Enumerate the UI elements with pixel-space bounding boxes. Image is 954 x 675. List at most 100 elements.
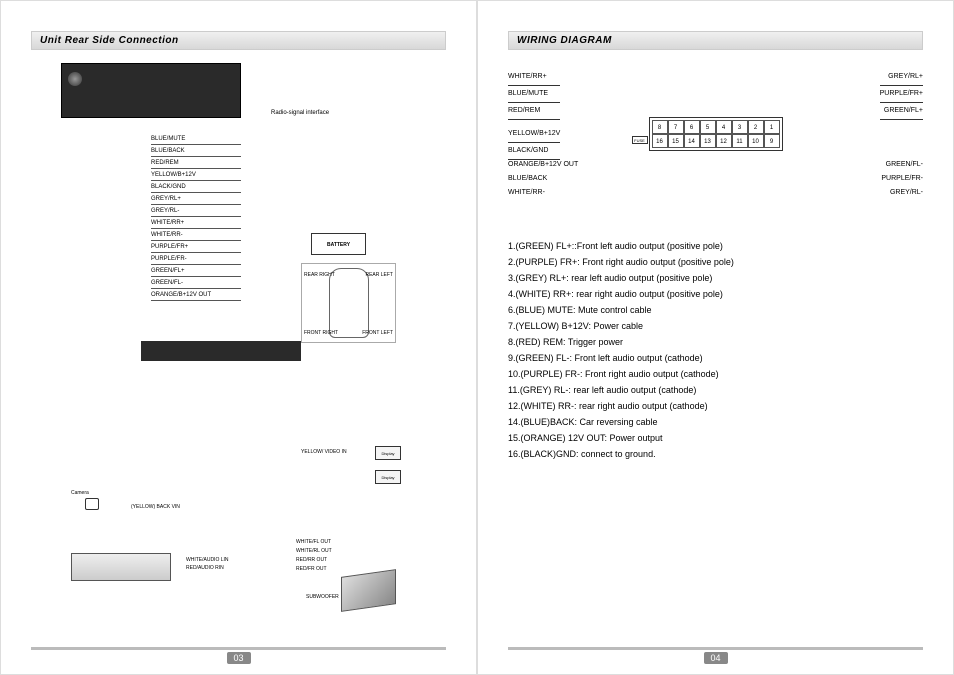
page-right: WIRING DIAGRAM WHITE/RR+ BLUE/MUTE RED/R… [477, 0, 954, 675]
wire-label: RED/REM [151, 157, 241, 169]
wire-label: WHITE/RR+ [151, 217, 241, 229]
pin-row-bottom: 16 15 14 13 12 11 10 9 [652, 134, 780, 148]
wire-label: WHITE/RR+ [508, 69, 560, 86]
legend-item: 12.(WHITE) RR-: rear right audio output … [508, 398, 923, 414]
camera-icon [85, 498, 99, 510]
pin: 8 [652, 120, 668, 134]
car-speaker-diagram: REAR RIGHT REAR LEFT FRONT RIGHT FRONT L… [301, 263, 396, 343]
pin: 4 [716, 120, 732, 134]
legend-item: 9.(GREEN) FL-: Front left audio output (… [508, 350, 923, 366]
legend-item: 11.(GREY) RL-: rear left audio output (c… [508, 382, 923, 398]
wire-label: GREEN/FL+ [880, 103, 923, 120]
wire-label: GREEN/FL- [881, 158, 923, 172]
wire-label: RED/REM [508, 103, 560, 120]
wire-label: YELLOW/B+12V [151, 169, 241, 181]
pin: 11 [732, 134, 748, 148]
pin: 10 [748, 134, 764, 148]
wire-label: WHITE/RR- [508, 186, 578, 200]
legend-item: 14.(BLUE)BACK: Car reversing cable [508, 414, 923, 430]
wire-label: BLACK/GND [151, 181, 241, 193]
pin: 12 [716, 134, 732, 148]
pin: 5 [700, 120, 716, 134]
right-section-title: WIRING DIAGRAM [508, 31, 923, 50]
speaker-rr-label: REAR RIGHT [304, 272, 335, 278]
wire-label: GREEN/FL- [151, 277, 241, 289]
pin-legend: 1.(GREEN) FL+::Front left audio output (… [508, 238, 923, 462]
pin: 15 [668, 134, 684, 148]
head-unit-rear [61, 63, 241, 118]
amplifier-icon [341, 569, 396, 612]
pin-row-top: 8 7 6 5 4 3 2 1 [652, 120, 780, 134]
battery-box: BATTERY [311, 233, 366, 255]
legend-item: 6.(BLUE) MUTE: Mute control cable [508, 302, 923, 318]
wire-label: GREY/RL- [881, 186, 923, 200]
wire-label: BLUE/BACK [151, 145, 241, 157]
wire-label: ORANGE/B+12V OUT [151, 289, 241, 301]
connector-right-top-labels: GREY/RL+ PURPLE/FR+ GREEN/FL+ [880, 69, 923, 120]
legend-item: 3.(GREY) RL+: rear left audio output (po… [508, 270, 923, 286]
out-wire-label: WHITE/RL OUT [296, 547, 332, 556]
wire-label: BLUE/MUTE [508, 86, 560, 103]
legend-item: 8.(RED) REM: Trigger power [508, 334, 923, 350]
connector-right-bottom-labels: GREEN/FL- PURPLE/FR- GREY/RL- [881, 158, 923, 200]
lower-harness-box [141, 341, 301, 361]
wire-label: PURPLE/FR- [151, 253, 241, 265]
out-wire-label: RED/FR OUT [296, 565, 332, 574]
upper-wire-labels: BLUE/MUTE BLUE/BACK RED/REM YELLOW/B+12V… [151, 133, 446, 301]
wire-label: GREY/RL- [151, 205, 241, 217]
footer: 03 [31, 647, 446, 664]
legend-item: 15.(ORANGE) 12V OUT: Power output [508, 430, 923, 446]
wire-label: BLUE/BACK [508, 172, 578, 186]
page-number-right: 04 [704, 652, 728, 664]
pin-connector: FUSE 8 7 6 5 4 3 2 1 16 15 14 13 12 11 1… [649, 117, 783, 151]
legend-item: 16.(BLACK)GND: connect to ground. [508, 446, 923, 462]
fuse-label: FUSE [632, 136, 648, 144]
speaker-fr-label: FRONT RIGHT [304, 330, 338, 336]
connector-diagram: WHITE/RR+ BLUE/MUTE RED/REM YELLOW/B+12V… [508, 63, 923, 213]
pin: 6 [684, 120, 700, 134]
display-box-1: Display [375, 446, 401, 460]
pin: 1 [764, 120, 780, 134]
car-outline-icon [329, 268, 369, 338]
wire-label: PURPLE/FR+ [151, 241, 241, 253]
pin: 2 [748, 120, 764, 134]
legend-item: 7.(YELLOW) B+12V: Power cable [508, 318, 923, 334]
legend-item: 4.(WHITE) RR+: rear right audio output (… [508, 286, 923, 302]
wire-label: PURPLE/FR- [881, 172, 923, 186]
page-number-left: 03 [227, 652, 251, 664]
wire-label: GREEN/FL+ [151, 265, 241, 277]
connector-left-bottom-labels: ORANGE/B+12V OUT BLUE/BACK WHITE/RR- [508, 158, 578, 200]
audio-lin-label: WHITE/AUDIO LIN [186, 556, 229, 564]
legend-item: 1.(GREEN) FL+::Front left audio output (… [508, 238, 923, 254]
left-section-title: Unit Rear Side Connection [31, 31, 446, 50]
out-wire-label: RED/RR OUT [296, 556, 332, 565]
speaker-rl-label: REAR LEFT [365, 272, 393, 278]
pin: 13 [700, 134, 716, 148]
pin: 9 [764, 134, 780, 148]
camera-wire-label: (YELLOW) BACK VIN [131, 503, 180, 511]
wire-label: YELLOW/B+12V [508, 126, 560, 143]
legend-item: 10.(PURPLE) FR-: Front right audio outpu… [508, 366, 923, 382]
wire-label: GREY/RL+ [151, 193, 241, 205]
camera-label: Camera [71, 490, 89, 496]
wire-label: ORANGE/B+12V OUT [508, 158, 578, 172]
left-diagram: Radio-signal interface BLUE/MUTE BLUE/BA… [31, 58, 446, 647]
video-in-label: YELLOW/ VIDEO IN [301, 448, 347, 456]
page-left: Unit Rear Side Connection Radio-signal i… [0, 0, 477, 675]
pin: 7 [668, 120, 684, 134]
pin: 3 [732, 120, 748, 134]
out-wire-label: WHITE/FL OUT [296, 538, 332, 547]
legend-item: 2.(PURPLE) FR+: Front right audio output… [508, 254, 923, 270]
pin: 16 [652, 134, 668, 148]
subwoofer-label: SUBWOOFER [306, 593, 339, 601]
connector-left-top-labels: WHITE/RR+ BLUE/MUTE RED/REM YELLOW/B+12V… [508, 69, 560, 160]
wire-label: WHITE/RR- [151, 229, 241, 241]
wire-label: GREY/RL+ [880, 69, 923, 86]
head-unit-front-icon [71, 553, 171, 581]
footer: 04 [508, 647, 923, 664]
wire-label: PURPLE/FR+ [880, 86, 923, 103]
audio-rin-label: RED/AUDIO RIN [186, 564, 229, 572]
display-box-2: Display [375, 470, 401, 484]
radio-interface-label: Radio-signal interface [271, 110, 329, 116]
speaker-fl-label: FRONT LEFT [362, 330, 393, 336]
